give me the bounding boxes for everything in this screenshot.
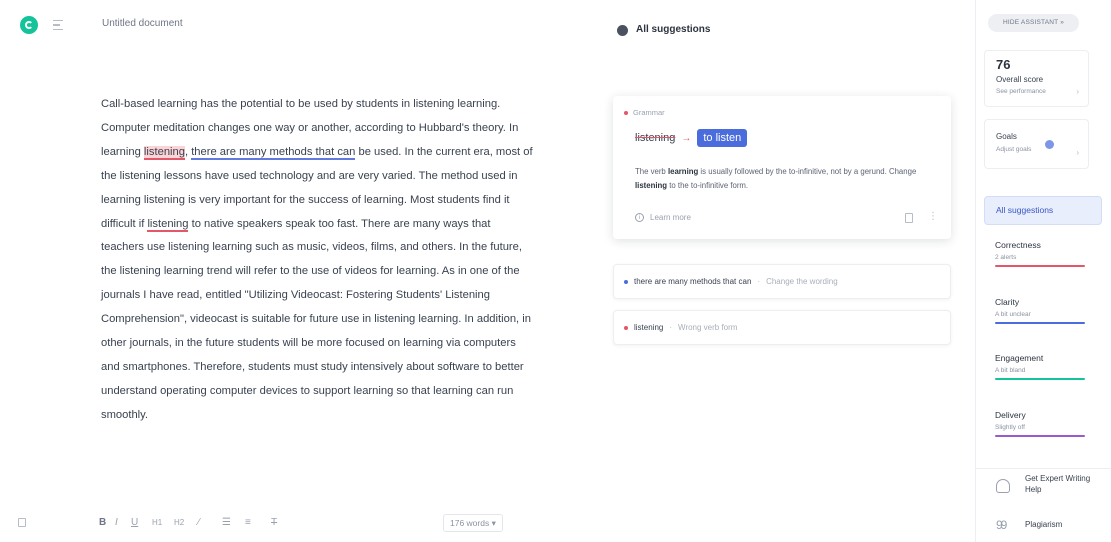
category-clarity[interactable]: Clarity A bit unclear: [995, 297, 1085, 324]
editor-text: to native speakers speak too fast. There…: [101, 217, 531, 421]
category-bar: [995, 435, 1085, 437]
link-icon[interactable]: ∕: [198, 516, 200, 530]
goals-card[interactable]: Goals Adjust goals ›: [984, 119, 1089, 169]
overall-score-card[interactable]: 76 Overall score See performance ›: [984, 50, 1089, 107]
heading-1-button[interactable]: H1: [152, 516, 162, 530]
clarity-dot-icon: [624, 279, 628, 284]
category-bar: [995, 378, 1085, 380]
ordered-list-icon[interactable]: ☰: [222, 516, 231, 530]
menu-icon[interactable]: [49, 16, 71, 34]
category-status: A bit bland: [995, 367, 1026, 374]
suggestion-card-correctness[interactable]: listening · Wrong verb form: [613, 310, 951, 345]
error-dot-icon: [624, 325, 628, 330]
original-word: listening: [635, 132, 676, 144]
document-title[interactable]: Untitled document: [102, 18, 183, 29]
expert-person-icon: [996, 479, 1010, 493]
category-name: Correctness: [995, 240, 1041, 250]
separator: ·: [669, 323, 673, 332]
category-engagement[interactable]: Engagement A bit bland: [995, 353, 1085, 380]
category-bar: [995, 265, 1085, 267]
arrow-right-icon: →: [681, 132, 692, 144]
chevron-right-icon: ›: [1076, 148, 1079, 157]
suggestion-category-label: Grammar: [633, 108, 665, 117]
adjust-goals-link[interactable]: Adjust goals: [996, 146, 1031, 153]
clear-format-icon[interactable]: T: [271, 516, 277, 530]
see-performance-link[interactable]: See performance: [996, 88, 1046, 95]
suggestion-hint: Change the wording: [766, 277, 838, 286]
suggestion-category: Grammar: [624, 108, 665, 117]
category-name: Delivery: [995, 410, 1026, 420]
category-bar: [995, 322, 1085, 324]
learn-more-label: Learn more: [650, 213, 691, 222]
goals-indicator-icon: [1045, 140, 1054, 149]
tab-all-suggestions[interactable]: All suggestions: [984, 196, 1102, 225]
flagged-word-listening-2[interactable]: listening: [147, 217, 189, 232]
more-options-icon[interactable]: ⋮: [928, 212, 938, 222]
heading-2-button[interactable]: H2: [174, 516, 184, 530]
category-name: Engagement: [995, 353, 1044, 363]
plagiarism-icon[interactable]: 99: [996, 518, 1007, 532]
plagiarism-button[interactable]: Plagiarism: [1025, 520, 1062, 529]
category-status: 2 alerts: [995, 254, 1017, 261]
document-icon[interactable]: [18, 518, 26, 527]
explanation-bold: learning: [667, 167, 699, 176]
explanation-text: The verb: [635, 167, 668, 176]
category-status: Slightly off: [995, 424, 1025, 431]
suggestions-icon: [617, 25, 628, 36]
suggestion-hint: Wrong verb form: [678, 323, 738, 332]
goals-label: Goals: [996, 132, 1017, 141]
expert-writing-help-button[interactable]: Get Expert Writing Help: [976, 468, 1111, 494]
explanation-text: to the to-infinitive form.: [667, 181, 749, 190]
suggestion-text: there are many methods that can: [634, 277, 752, 286]
flagged-phrase-wording[interactable]: there are many methods that can: [191, 145, 356, 160]
expert-writing-help-label: Get Expert Writing Help: [1025, 474, 1091, 494]
learn-more-link[interactable]: i Learn more: [635, 213, 691, 222]
category-delivery[interactable]: Delivery Slightly off: [995, 410, 1085, 437]
suggestion-card-grammar[interactable]: Grammar listening → to listen The verb l…: [613, 96, 951, 239]
italic-button[interactable]: I: [115, 516, 118, 530]
format-toolbar: B I U H1 H2 ∕ ☰ ≡ T 176 words ▾: [0, 512, 560, 534]
suggestion-card-clarity[interactable]: there are many methods that can · Change…: [613, 264, 951, 299]
category-correctness[interactable]: Correctness 2 alerts: [995, 240, 1085, 267]
category-status: A bit unclear: [995, 311, 1031, 318]
suggestion-replacement-row: listening → to listen: [635, 129, 748, 147]
info-icon: i: [635, 213, 644, 222]
overall-score-label: Overall score: [996, 75, 1044, 84]
suggestion-text: listening: [634, 323, 664, 332]
separator: ·: [757, 277, 761, 286]
overall-score-value: 76: [996, 57, 1011, 72]
suggestion-explanation: The verb learning is usually followed by…: [635, 165, 935, 193]
explanation-text: is usually followed by the to-infinitive…: [698, 167, 917, 176]
suggestions-header: All suggestions: [636, 24, 711, 35]
category-name: Clarity: [995, 297, 1020, 307]
hide-assistant-button[interactable]: HIDE ASSISTANT »: [988, 14, 1079, 32]
bold-button[interactable]: B: [99, 516, 106, 530]
trash-icon[interactable]: [905, 213, 913, 223]
assistant-sidebar: HIDE ASSISTANT » 76 Overall score See pe…: [975, 0, 1111, 542]
document-editor[interactable]: Call-based learning has the potential to…: [101, 93, 533, 428]
unordered-list-icon[interactable]: ≡: [245, 516, 251, 530]
explanation-bold: listening: [635, 181, 668, 190]
word-count[interactable]: 176 words ▾: [443, 514, 503, 532]
error-dot-icon: [624, 110, 628, 115]
flagged-word-listening[interactable]: listening: [143, 145, 185, 160]
grammarly-logo-icon[interactable]: [20, 16, 38, 34]
accept-suggestion-button[interactable]: to listen: [697, 129, 748, 147]
chevron-right-icon: ›: [1076, 87, 1079, 96]
underline-button[interactable]: U: [131, 516, 138, 530]
